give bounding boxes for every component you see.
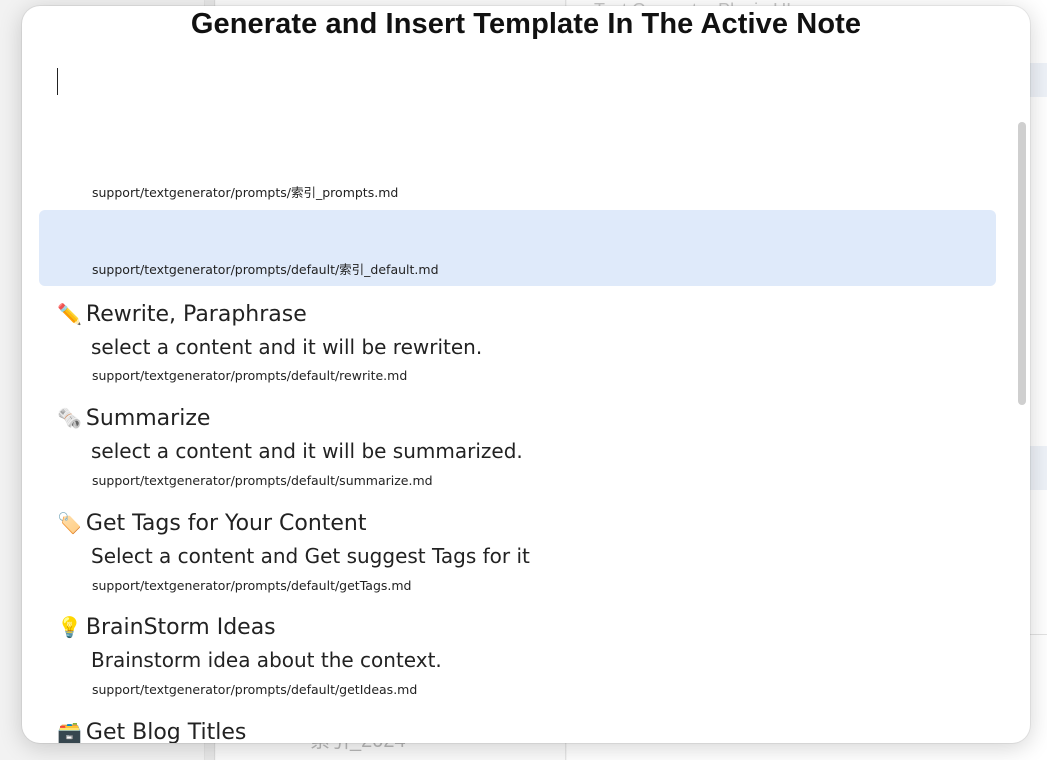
pencil-icon: ✏️ [57, 302, 82, 326]
result-item-selected[interactable]: support/textgenerator/prompts/default/索引… [39, 210, 996, 286]
result-path: support/textgenerator/prompts/default/ge… [92, 682, 418, 697]
result-title: 🗞️ Summarize [57, 406, 211, 431]
background-highlight [1030, 446, 1047, 490]
result-title: 🗃️ Get Blog Titles [57, 720, 247, 743]
result-item[interactable]: 🗞️ Summarize select a content and it will… [39, 399, 996, 499]
result-item[interactable]: ✏️ Rewrite, Paraphrase select a content a… [39, 294, 996, 394]
result-description: Brainstorm idea about the context. [91, 648, 442, 672]
result-title: ✏️ Rewrite, Paraphrase [57, 302, 307, 327]
result-description: select a content and it will be rewriten… [91, 335, 483, 359]
result-item[interactable]: 💡 BrainStorm Ideas Brainstorm idea about … [39, 608, 996, 708]
result-item[interactable]: support/textgenerator/prompts/索引_prompts… [39, 116, 996, 206]
modal-title: Generate and Insert Template In The Acti… [190, 8, 862, 40]
background-highlight [1030, 63, 1047, 97]
result-title: 🏷️ Get Tags for Your Content [57, 511, 367, 536]
tag-icon: 🏷️ [57, 511, 82, 535]
result-path: support/textgenerator/prompts/default/su… [92, 473, 433, 488]
template-picker-modal: Generate and Insert Template In The Acti… [22, 6, 1030, 743]
result-item[interactable]: 🗃️ Get Blog Titles [39, 713, 996, 743]
result-description: select a content and it will be summariz… [91, 439, 523, 463]
newspaper-icon: 🗞️ [57, 406, 82, 430]
result-path: support/textgenerator/prompts/default/ge… [92, 578, 412, 593]
result-path: support/textgenerator/prompts/default/re… [92, 368, 408, 383]
result-description: Select a content and Get suggest Tags fo… [91, 544, 530, 568]
result-path: support/textgenerator/prompts/索引_prompts… [92, 185, 399, 200]
card-file-box-icon: 🗃️ [57, 720, 82, 743]
results-list: support/textgenerator/prompts/索引_prompts… [22, 116, 1030, 743]
lightbulb-icon: 💡 [57, 615, 82, 639]
result-path: support/textgenerator/prompts/default/索引… [92, 262, 439, 277]
result-item[interactable]: 🏷️ Get Tags for Your Content Select a con… [39, 504, 996, 604]
search-input[interactable] [56, 64, 956, 98]
text-caret [57, 68, 58, 95]
result-title: 💡 BrainStorm Ideas [57, 615, 276, 640]
background-divider-line [1030, 634, 1047, 635]
